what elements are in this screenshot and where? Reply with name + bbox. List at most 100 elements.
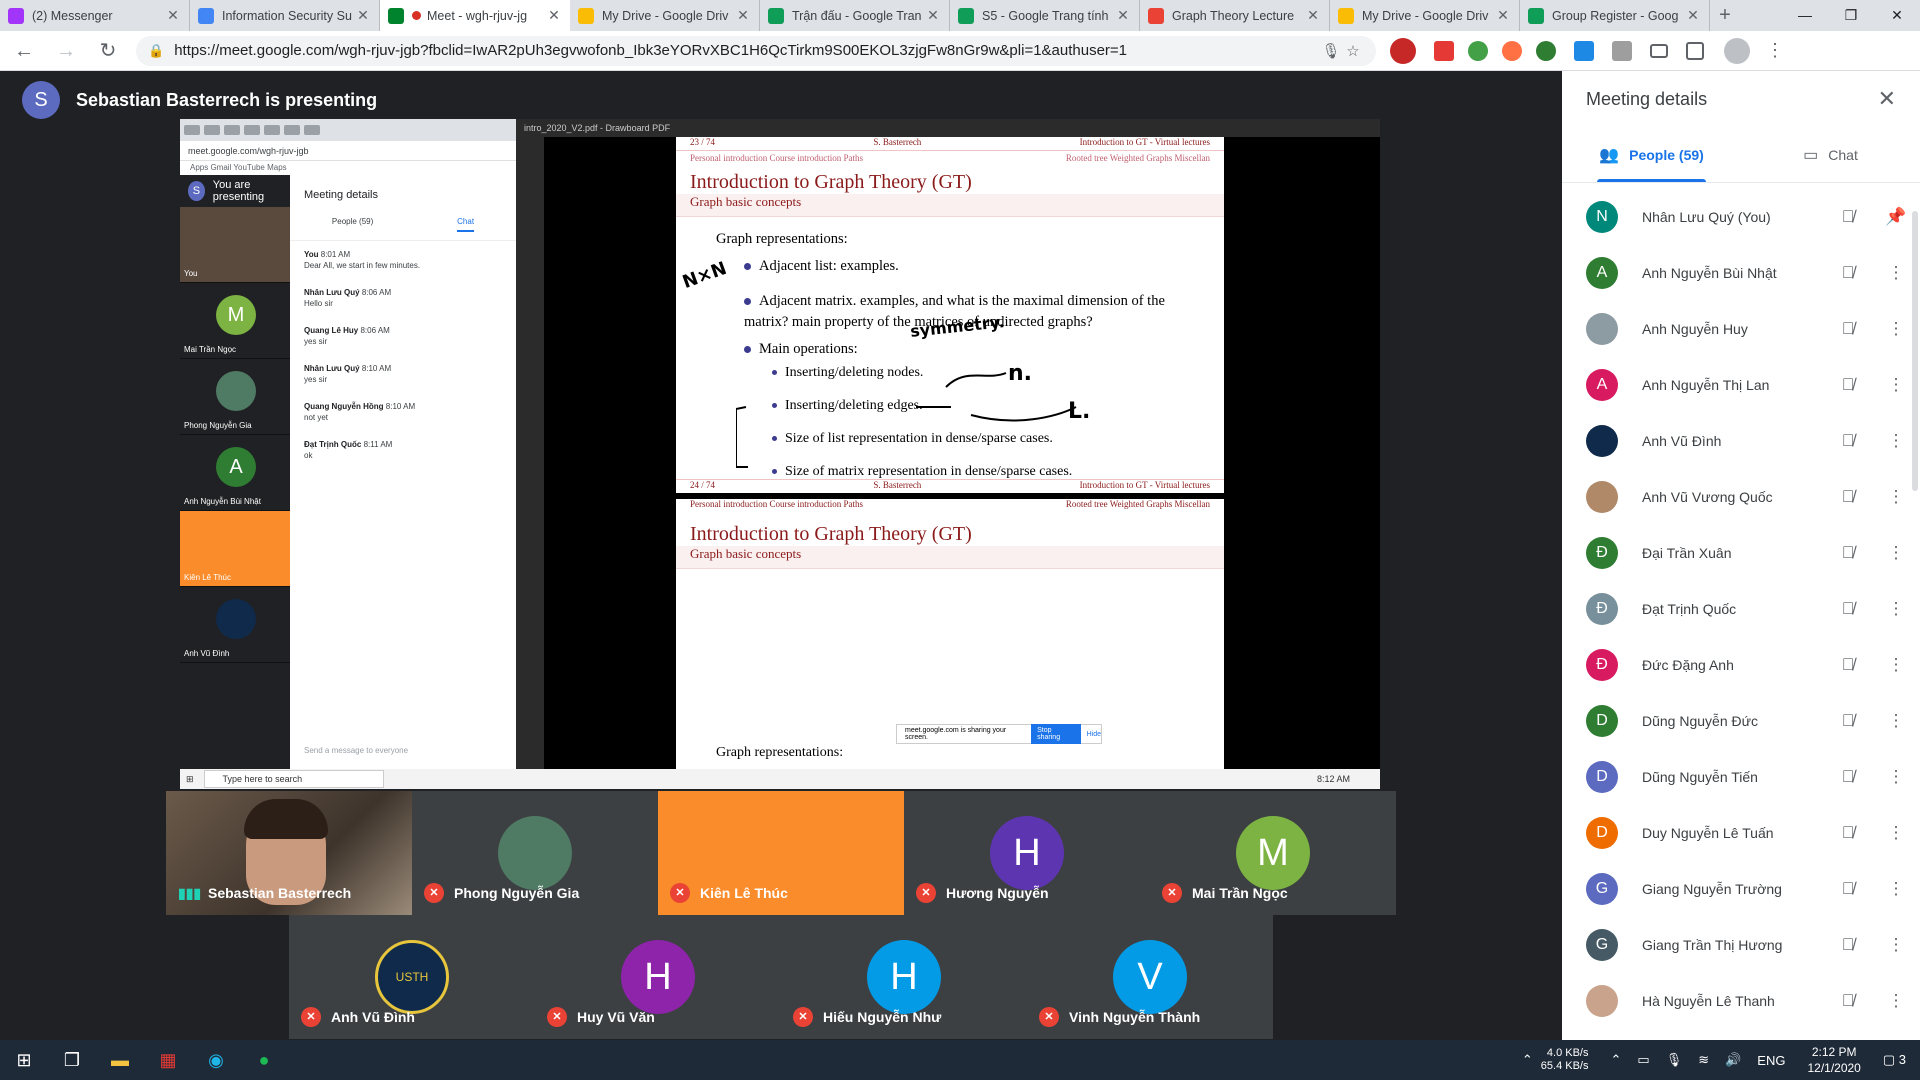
reload-button[interactable]: ↻ [90, 33, 126, 69]
participant-tile[interactable]: ✕ Kiên Lê Thúc [658, 791, 904, 915]
more-options-icon[interactable]: ⋮ [1872, 823, 1920, 843]
mic-tray-icon[interactable]: 🎙 [1666, 1052, 1683, 1068]
more-options-icon[interactable]: ⋮ [1872, 767, 1920, 787]
more-options-icon[interactable]: ⋮ [1872, 543, 1920, 563]
reading-list-icon[interactable] [1650, 43, 1668, 58]
bookmark-star-icon[interactable]: ☆ [1342, 42, 1364, 60]
mic-muted-icon[interactable]: 🎙̸ [1824, 543, 1872, 563]
tab-close-icon[interactable]: ✕ [165, 7, 181, 24]
puzzle-extension-icon[interactable] [1612, 40, 1632, 61]
people-row[interactable]: D Dũng Nguyễn Tiến 🎙̸ ⋮ [1562, 749, 1920, 805]
people-row[interactable]: N Nhân Lưu Quý (You) 🎙̸ 📌 [1562, 189, 1920, 245]
mic-muted-icon[interactable]: 🎙̸ [1824, 487, 1872, 507]
people-row[interactable]: Anh Vũ Đình 🎙̸ ⋮ [1562, 413, 1920, 469]
tray-expand-icon[interactable]: ⌃ [1610, 1052, 1621, 1068]
participant-tile[interactable]: M ✕ Mai Trần Ngọc [1150, 791, 1396, 915]
translate-extension-icon[interactable] [1434, 40, 1454, 61]
wifi-icon[interactable]: ≋ [1698, 1052, 1709, 1068]
people-row[interactable]: Anh Nguyễn Huy 🎙̸ ⋮ [1562, 301, 1920, 357]
participant-tile[interactable]: H ✕ Huy Vũ Văn [535, 915, 781, 1039]
store-icon[interactable]: ▦ [144, 1040, 192, 1080]
mic-muted-icon[interactable]: 🎙̸ [1824, 263, 1872, 283]
browser-tab[interactable]: (2) Messenger ✕ [0, 0, 190, 31]
people-row[interactable]: Đ Đạt Trịnh Quốc 🎙̸ ⋮ [1562, 581, 1920, 637]
tab-close-icon[interactable]: ✕ [1305, 7, 1321, 24]
task-view-icon[interactable]: ❐ [48, 1040, 96, 1080]
mic-muted-icon[interactable]: 🎙̸ [1824, 935, 1872, 955]
participant-tile[interactable]: ▮▮▮ Sebastian Basterrech [166, 791, 412, 915]
people-row[interactable]: D Dũng Nguyễn Đức 🎙̸ ⋮ [1562, 693, 1920, 749]
mic-muted-icon[interactable]: 🎙̸ [1824, 431, 1872, 451]
back-button[interactable]: ← [6, 33, 42, 69]
mic-muted-icon[interactable]: 🎙̸ [1824, 207, 1872, 227]
mic-muted-icon[interactable]: 🎙̸ [1824, 711, 1872, 731]
more-options-icon[interactable]: ⋮ [1872, 655, 1920, 675]
people-row[interactable]: A Anh Nguyễn Thị Lan 🎙̸ ⋮ [1562, 357, 1920, 413]
globe-extension-icon[interactable] [1468, 40, 1488, 61]
close-window-button[interactable]: ✕ [1874, 0, 1920, 31]
people-row[interactable]: Đ Đức Đặng Anh 🎙̸ ⋮ [1562, 637, 1920, 693]
browser-menu-icon[interactable]: ⋮ [1766, 40, 1784, 61]
mic-muted-icon[interactable]: 🎙̸ [1824, 823, 1872, 843]
mic-muted-icon[interactable]: 🎙̸ [1824, 375, 1872, 395]
calendar-extension-icon[interactable] [1574, 40, 1594, 61]
tab-close-icon[interactable]: ✕ [1495, 7, 1511, 24]
tab-close-icon[interactable]: ✕ [735, 7, 751, 24]
ublock-extension-icon[interactable] [1390, 37, 1416, 64]
forward-button[interactable]: → [48, 33, 84, 69]
participant-tile[interactable]: H ✕ Hiếu Nguyễn Như [781, 915, 1027, 1039]
address-bar[interactable]: 🔒 https://meet.google.com/wgh-rjuv-jgb?f… [136, 35, 1376, 66]
people-row[interactable]: A Anh Nguyễn Bùi Nhật 🎙̸ ⋮ [1562, 245, 1920, 301]
browser-tab[interactable]: S5 - Google Trang tính ✕ [950, 0, 1140, 31]
maximize-button[interactable]: ❐ [1828, 0, 1874, 31]
tab-people[interactable]: 👥 People (59) [1562, 127, 1741, 182]
more-options-icon[interactable]: ⋮ [1872, 991, 1920, 1011]
mic-muted-icon[interactable]: 🎙̸ [1824, 319, 1872, 339]
mic-muted-icon[interactable]: 🎙̸ [1824, 655, 1872, 675]
grammarly-extension-icon[interactable] [1536, 40, 1556, 61]
file-explorer-icon[interactable]: ▬ [96, 1040, 144, 1080]
notification-icon[interactable]: ▢ 3 [1883, 1052, 1906, 1068]
windows-start-icon[interactable]: ⊞ [0, 1040, 48, 1080]
mic-muted-icon[interactable]: 🎙̸ [1824, 767, 1872, 787]
tab-close-icon[interactable]: ✕ [355, 7, 371, 24]
tab-close-icon[interactable]: ✕ [1115, 7, 1131, 24]
browser-tab[interactable]: Group Register - Goog ✕ [1520, 0, 1710, 31]
new-tab-button[interactable]: + [1710, 0, 1740, 31]
spotify-icon[interactable]: ● [240, 1040, 288, 1080]
people-row[interactable]: Anh Vũ Vương Quốc 🎙̸ ⋮ [1562, 469, 1920, 525]
people-row[interactable]: G Giang Nguyễn Trường 🎙̸ ⋮ [1562, 861, 1920, 917]
microphone-icon[interactable]: 🎙 [1320, 42, 1342, 60]
people-row[interactable]: Đ Đại Trần Xuân 🎙̸ ⋮ [1562, 525, 1920, 581]
browser-tab[interactable]: My Drive - Google Driv ✕ [570, 0, 760, 31]
profile-avatar[interactable] [1724, 37, 1750, 64]
taskbar-clock[interactable]: 2:12 PM 12/1/2020 [1807, 1044, 1860, 1076]
close-icon[interactable]: ✕ [1878, 86, 1896, 112]
more-options-icon[interactable]: ⋮ [1872, 711, 1920, 731]
stop-sharing-button[interactable]: Stop sharing [1031, 724, 1081, 744]
volume-icon[interactable]: 🔊 [1725, 1052, 1741, 1068]
people-row[interactable]: G Giang Trần Thị Hương 🎙̸ ⋮ [1562, 917, 1920, 973]
participant-tile[interactable]: USTH ✕ Anh Vũ Đình [289, 915, 535, 1039]
people-row[interactable]: Hà Nguyễn Lê Thanh 🎙̸ ⋮ [1562, 973, 1920, 1029]
participant-tile[interactable]: H ✕ Hương Nguyễn [904, 791, 1150, 915]
mic-muted-icon[interactable]: 🎙̸ [1824, 599, 1872, 619]
browser-tab[interactable]: My Drive - Google Driv ✕ [1330, 0, 1520, 31]
collections-icon[interactable] [1686, 41, 1704, 60]
language-indicator[interactable]: ENG [1757, 1053, 1785, 1068]
fire-extension-icon[interactable] [1502, 40, 1522, 61]
browser-tab[interactable]: Trận đấu - Google Tran ✕ [760, 0, 950, 31]
browser-tab[interactable]: Meet - wgh-rjuv-jg ✕ [380, 0, 570, 31]
tab-close-icon[interactable]: ✕ [1685, 7, 1701, 24]
chevron-up-icon[interactable]: ⌃ [1522, 1052, 1533, 1068]
hide-banner-button[interactable]: Hide [1087, 731, 1101, 738]
browser-tab[interactable]: Graph Theory Lecture ✕ [1140, 0, 1330, 31]
tab-close-icon[interactable]: ✕ [925, 7, 941, 24]
people-row[interactable]: D Duy Nguyễn Lê Tuấn 🎙̸ ⋮ [1562, 805, 1920, 861]
battery-icon[interactable]: ▭ [1637, 1052, 1649, 1068]
mic-muted-icon[interactable]: 🎙̸ [1824, 879, 1872, 899]
more-options-icon[interactable]: ⋮ [1872, 599, 1920, 619]
minimize-button[interactable]: — [1782, 0, 1828, 31]
people-scrollbar[interactable] [1912, 211, 1918, 491]
tab-close-icon[interactable]: ✕ [546, 7, 562, 24]
